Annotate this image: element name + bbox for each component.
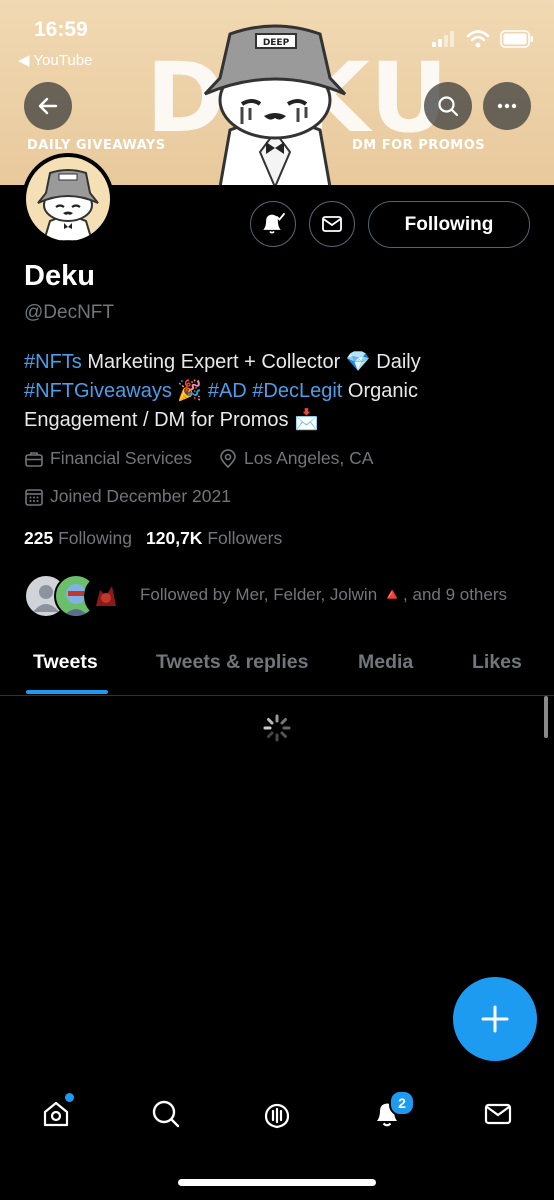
back-to-app-link[interactable]: ◀ YouTube [18,51,92,69]
nav-search[interactable] [146,1094,186,1134]
profile-handle: @DecNFT [24,302,115,323]
profile-meta-row: Financial Services Los Angeles, CA [24,448,373,469]
following-label: Following [58,528,133,548]
battery-icon [500,30,533,48]
following-count-link[interactable]: 225 Following [24,528,132,549]
bell-add-icon [263,213,285,234]
plus-icon [481,1005,509,1033]
banner-mascot: DEEP [203,24,347,185]
search-button[interactable] [424,82,472,130]
tab-tweets[interactable]: Tweets [33,651,98,674]
scrollbar[interactable] [544,696,548,738]
nav-notifications[interactable]: 2 [367,1090,415,1134]
home-new-dot [65,1093,74,1102]
bio-text: 🎉 [171,380,208,402]
profile-bio: #NFTs Marketing Expert + Collector 💎 Dai… [24,348,534,435]
more-button[interactable] [483,82,531,130]
back-button[interactable] [24,82,72,130]
calendar-icon [25,488,43,506]
hat-label: DEEP [263,38,290,48]
avatar-image [26,157,110,241]
nav-spaces[interactable] [257,1094,297,1134]
followers-count-link[interactable]: 120,7K Followers [146,528,282,549]
follow-counts: 225 Following 120,7K Followers [24,528,282,549]
tab-media[interactable]: Media [358,651,413,674]
location-pin-icon [220,448,236,468]
profile-avatar[interactable] [22,153,114,245]
message-button[interactable] [309,201,355,247]
profile-location: Los Angeles, CA [244,448,374,468]
following-count: 225 [24,528,54,548]
followed-by-row[interactable]: Followed by Mer, Felder, Jolwin 🔺, and 9… [24,574,534,620]
messages-icon [484,1103,512,1125]
home-indicator[interactable] [178,1179,376,1186]
compose-tweet-button[interactable] [453,977,537,1061]
following-button[interactable]: Following [368,201,530,248]
wifi-icon [466,30,490,48]
cellular-signal-icon [432,31,454,47]
profile-name: Deku [24,260,95,292]
briefcase-icon [25,451,43,467]
hashtag-link[interactable]: #AD [208,380,247,402]
followed-by-text: Followed by Mer, Felder, Jolwin 🔺, and 9… [140,585,508,604]
nav-home[interactable] [36,1093,76,1134]
banner-tag-promos: DM FOR PROMOS [352,138,486,153]
arrow-left-icon [38,97,58,115]
loading-spinner-icon [263,714,291,742]
profile-tabs: Tweets Tweets & replies Media Likes [0,640,554,696]
search-icon [438,96,459,117]
banner-tag-giveaways: DAILY GIVEAWAYS [27,138,166,153]
hashtag-link[interactable]: #NFTs [24,351,82,373]
search-icon [152,1100,180,1128]
followers-count: 120,7K [146,528,203,548]
notifications-toggle-button[interactable] [250,201,296,247]
notification-badge: 2 [389,1090,415,1116]
status-icons [432,30,534,48]
tab-likes[interactable]: Likes [472,651,522,674]
follower-avatar [84,574,128,618]
bottom-navigation: 2 [0,1080,554,1150]
nav-messages[interactable] [478,1094,518,1134]
more-icon [497,103,517,109]
profile-joined-date: Joined December 2021 [50,486,231,506]
mail-icon [322,216,342,232]
status-time: 16:59 [34,18,88,41]
profile-category: Financial Services [50,448,192,468]
profile-joined-row: Joined December 2021 [24,486,231,507]
bio-text: Marketing Expert + Collector 💎 Daily [81,351,421,373]
home-icon [43,1101,69,1127]
hashtag-link[interactable]: #NFTGiveaways [24,380,172,402]
followers-label: Followers [207,528,283,548]
spaces-icon [264,1103,290,1129]
active-tab-indicator [26,690,108,694]
hashtag-link[interactable]: #DecLegit [252,380,342,402]
tab-tweets-and-replies[interactable]: Tweets & replies [156,651,308,674]
